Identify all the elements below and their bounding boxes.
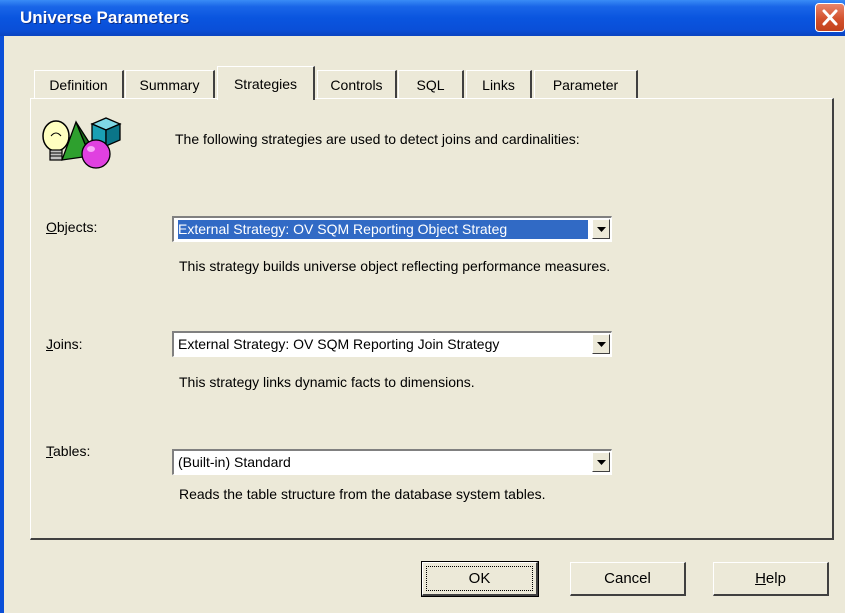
objects-label: Objects: [46, 219, 97, 235]
joins-mnemonic: J [46, 336, 53, 352]
chevron-down-icon [597, 227, 606, 232]
objects-description: This strategy builds universe object ref… [179, 258, 611, 274]
objects-label-text: bjects: [56, 219, 98, 235]
joins-label-text: oins: [53, 336, 83, 352]
tables-description: Reads the table structure from the datab… [179, 486, 546, 502]
close-button[interactable] [815, 3, 845, 32]
chevron-down-icon [597, 460, 606, 465]
joins-label: Joins: [46, 336, 83, 352]
objects-dropdown-button[interactable] [592, 219, 610, 239]
cancel-button[interactable]: Cancel [570, 562, 686, 596]
tab-sql-label: SQL [416, 76, 445, 93]
objects-mnemonic: O [46, 219, 57, 235]
tab-links-label: Links [482, 76, 515, 93]
tables-dropdown-button[interactable] [592, 452, 610, 472]
tab-summary-label: Summary [139, 76, 200, 93]
tab-links[interactable]: Links [466, 70, 532, 98]
tab-summary[interactable]: Summary [125, 70, 215, 98]
chevron-down-icon [597, 342, 606, 347]
ok-button[interactable]: OK [421, 561, 539, 597]
tables-label: Tables: [46, 443, 90, 459]
ok-button-label: OK [468, 570, 491, 587]
title-bar: Universe Parameters [0, 0, 845, 36]
tables-label-text: ables: [53, 443, 91, 459]
help-mnemonic: H [755, 570, 766, 587]
objects-strategy-value: External Strategy: OV SQM Reporting Obje… [178, 220, 588, 239]
window-title: Universe Parameters [20, 8, 190, 27]
tab-controls[interactable]: Controls [317, 70, 397, 98]
joins-description: This strategy links dynamic facts to dim… [179, 374, 475, 390]
joins-strategy-value: External Strategy: OV SQM Reporting Join… [178, 336, 500, 352]
tab-sql[interactable]: SQL [398, 70, 464, 98]
tab-parameter[interactable]: Parameter [534, 70, 638, 98]
tab-definition[interactable]: Definition [34, 70, 124, 98]
tables-mnemonic: T [46, 443, 53, 459]
help-label-text: elp [765, 570, 786, 587]
tables-strategy-select[interactable]: (Built-in) Standard [172, 449, 612, 475]
strategy-shapes-icon [42, 117, 122, 169]
joins-dropdown-button[interactable] [592, 334, 610, 354]
objects-strategy-select[interactable]: External Strategy: OV SQM Reporting Obje… [172, 216, 612, 242]
tables-strategy-value: (Built-in) Standard [178, 454, 291, 470]
window-border [0, 36, 4, 613]
tab-strategies[interactable]: Strategies [217, 66, 315, 100]
tab-controls-label: Controls [330, 76, 383, 93]
intro-text: The following strategies are used to det… [175, 131, 580, 147]
tab-strategies-label: Strategies [233, 75, 298, 92]
tab-definition-label: Definition [49, 76, 108, 93]
close-icon [822, 9, 838, 26]
cancel-button-label: Cancel [604, 570, 651, 587]
joins-strategy-select[interactable]: External Strategy: OV SQM Reporting Join… [172, 331, 612, 357]
tab-parameter-label: Parameter [552, 76, 619, 93]
help-button-label: Help [755, 570, 786, 587]
help-button[interactable]: Help [713, 562, 829, 596]
